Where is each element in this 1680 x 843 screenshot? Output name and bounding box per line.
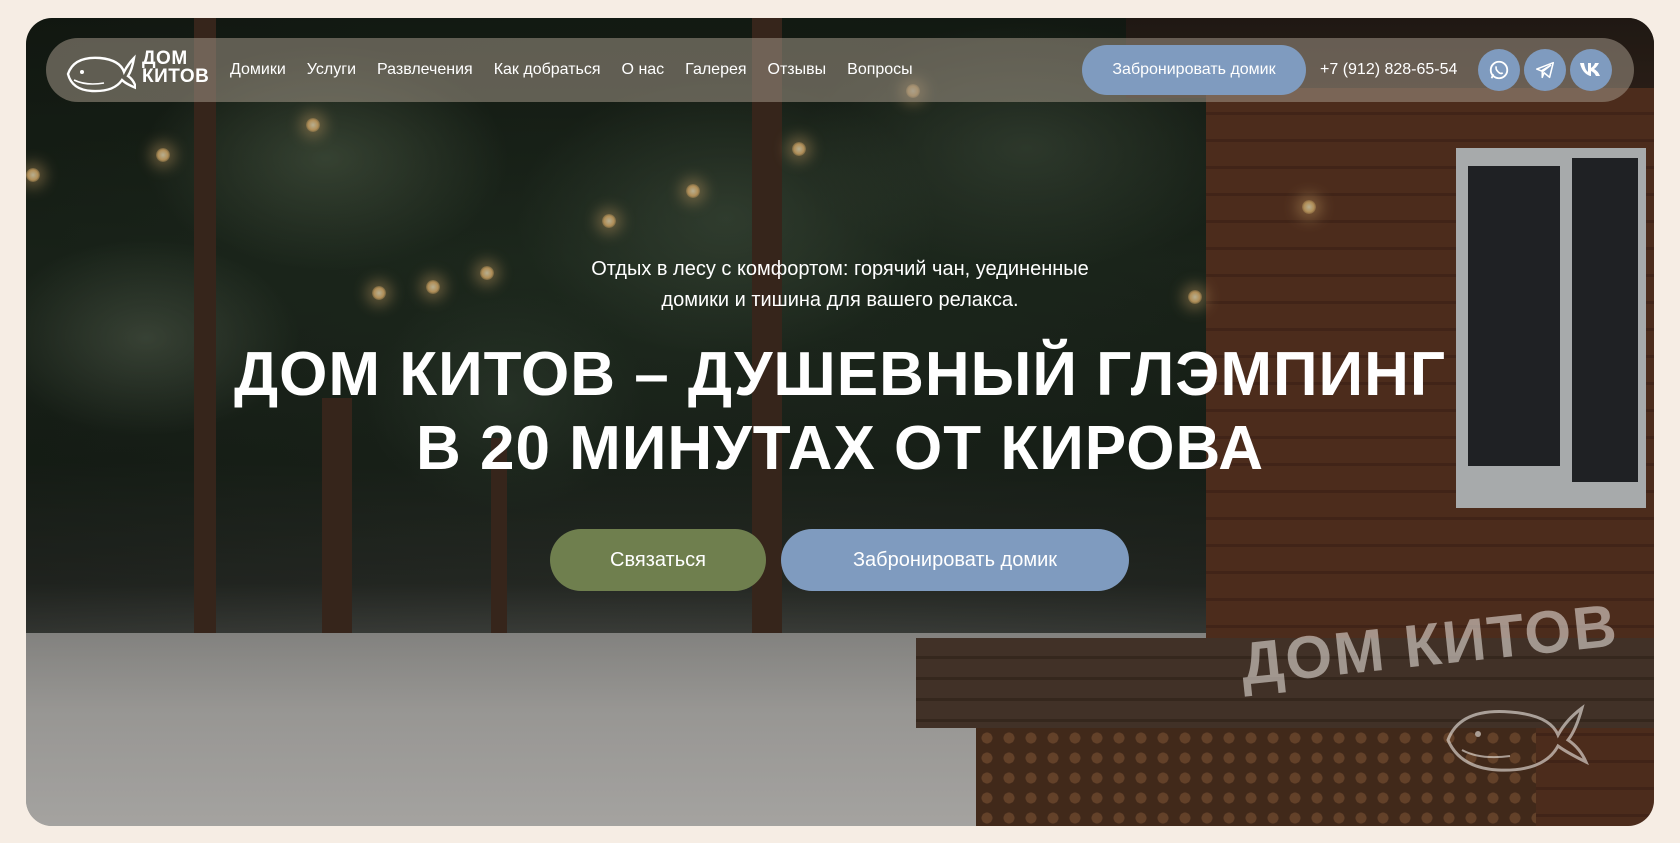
whatsapp-icon[interactable]	[1478, 49, 1520, 91]
nav-item-uslugi[interactable]: Услуги	[307, 61, 356, 79]
telegram-icon[interactable]	[1524, 49, 1566, 91]
hero-subtitle-line1: Отдых в лесу с комфортом: горячий чан, у…	[591, 258, 1089, 280]
nav-links: Домики Услуги Развлечения Как добраться …	[230, 38, 913, 102]
nav-item-domiki[interactable]: Домики	[230, 61, 286, 79]
logo[interactable]: ДОМ КИТОВ	[64, 46, 209, 94]
hero-headline: ДОМ КИТОВ – ДУШЕВНЫЙ ГЛЭМПИНГ В 20 МИНУТ…	[0, 338, 1680, 486]
logo-text-line2: КИТОВ	[142, 66, 210, 87]
hero-subtitle-line2: домики и тишина для вашего релакса.	[661, 289, 1019, 311]
vk-icon[interactable]	[1570, 49, 1612, 91]
nav-item-voprosy[interactable]: Вопросы	[847, 61, 913, 79]
book-house-nav-button[interactable]: Забронировать домик	[1082, 45, 1306, 95]
contact-button[interactable]: Связаться	[550, 529, 766, 591]
nav-item-o-nas[interactable]: О нас	[622, 61, 665, 79]
nav-item-kak-dobratsya[interactable]: Как добраться	[494, 61, 601, 79]
top-navigation-bar: ДОМ КИТОВ Домики Услуги Развлечения Как …	[46, 38, 1634, 102]
logo-text: ДОМ КИТОВ	[142, 49, 210, 87]
nav-item-razvlecheniya[interactable]: Развлечения	[377, 61, 473, 79]
nav-item-galereya[interactable]: Галерея	[685, 61, 746, 79]
book-house-button[interactable]: Забронировать домик	[781, 529, 1129, 591]
hero-headline-line2: В 20 МИНУТАХ ОТ КИРОВА	[415, 414, 1264, 483]
whale-logo-icon	[66, 54, 136, 93]
hero-headline-line1: ДОМ КИТОВ – ДУШЕВНЫЙ ГЛЭМПИНГ	[233, 340, 1447, 409]
nav-item-otzyvy[interactable]: Отзывы	[768, 61, 827, 79]
phone-number[interactable]: +7 (912) 828-65-54	[1320, 38, 1457, 102]
hero-subtitle: Отдых в лесу с комфортом: горячий чан, у…	[0, 254, 1680, 316]
whale-watermark-icon	[1446, 704, 1589, 772]
